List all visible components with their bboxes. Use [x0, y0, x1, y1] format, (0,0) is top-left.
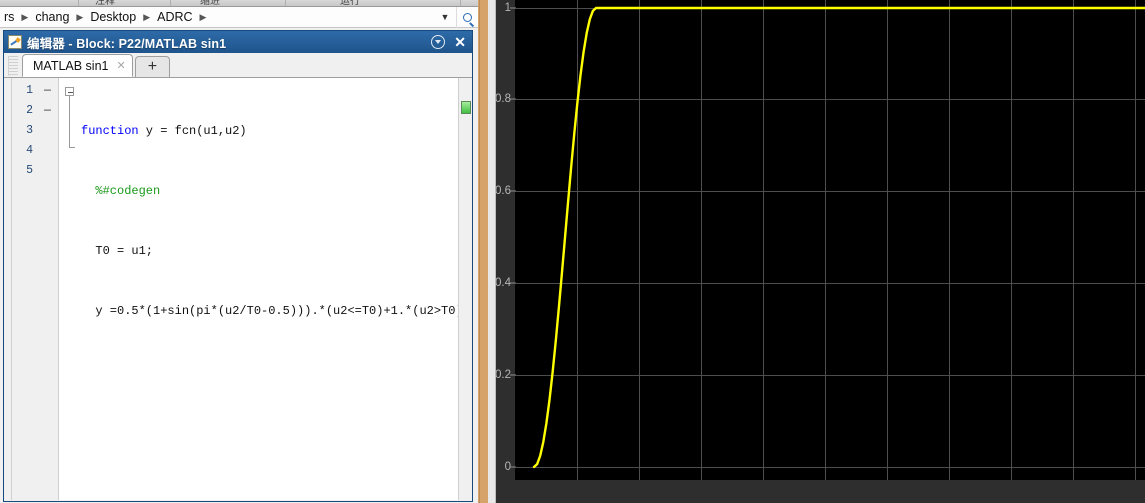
line-number: 4 [26, 144, 33, 157]
breadcrumb-item-rs[interactable]: rs [2, 10, 16, 24]
close-icon[interactable]: ✕ [452, 35, 468, 49]
code-editor-area[interactable]: 1 2 3 4 5 — — function y = fcn(u1,u2) %#… [4, 78, 472, 501]
editor-title-text: 编辑器 - Block: P22/MATLAB sin1 [27, 36, 227, 51]
document-tab-strip: MATLAB sin1 ✕ + [4, 53, 472, 78]
breadcrumb-arrow-icon: ▶ [76, 11, 84, 22]
line-number: 3 [26, 124, 33, 137]
breadcrumb-arrow-icon: ▶ [199, 11, 207, 22]
undock-arrow-icon[interactable] [431, 35, 446, 49]
line-mark[interactable]: — [37, 81, 58, 101]
editor-title-bar: 编辑器 - Block: P22/MATLAB sin1 ✕ [4, 31, 472, 53]
toolbar-ghost-item-0: 注释 [95, 0, 115, 7]
code-fold-gutter[interactable] [59, 78, 81, 501]
code-token-keyword: function [81, 124, 139, 138]
matlab-editor-icon [8, 35, 22, 49]
search-icon[interactable] [456, 6, 478, 28]
editor-left-gutter [4, 78, 12, 501]
line-number-gutter: 1 2 3 4 5 [12, 78, 37, 501]
matlab-editor-pane: 注释 缩进 运行 rs ▶ chang ▶ Desktop ▶ ADRC ▶ ▼ [0, 0, 478, 503]
toolbar-separator [170, 0, 171, 6]
code-token-plain: T0 = u1; [81, 244, 154, 258]
code-line-4: y =0.5*(1+sin(pi*(u2/T0-0.5))).*(u2<=T0)… [81, 301, 472, 321]
code-line-2: %#codegen [81, 181, 472, 201]
screenshot-root: 注释 缩进 运行 rs ▶ chang ▶ Desktop ▶ ADRC ▶ ▼ [0, 0, 1145, 503]
chevron-down-icon[interactable]: ▼ [434, 7, 456, 28]
toolbar-ghost-item-2: 运行 [340, 0, 360, 7]
cut-off-toolbar-strip: 注释 缩进 运行 [0, 0, 478, 7]
code-line-3: T0 = u1; [81, 241, 472, 261]
tab-label: MATLAB sin1 [33, 58, 109, 73]
undock-triangle [435, 40, 442, 44]
line-number: 2 [26, 104, 33, 117]
toolbar-separator [285, 0, 286, 6]
breadcrumb[interactable]: rs ▶ chang ▶ Desktop ▶ ADRC ▶ [0, 10, 434, 24]
plot-trace-svg [532, 6, 1145, 469]
address-bar[interactable]: rs ▶ chang ▶ Desktop ▶ ADRC ▶ ▼ [0, 6, 478, 28]
fold-range-line [69, 96, 75, 148]
code-analyzer-ok-indicator[interactable] [461, 101, 471, 114]
breakpoint-gutter[interactable]: — — [37, 78, 59, 501]
code-token-plain: y = fcn(u1,u2) [138, 124, 247, 138]
tab-matlab-sin1[interactable]: MATLAB sin1 ✕ [22, 54, 133, 77]
breadcrumb-item-desktop[interactable]: Desktop [88, 10, 138, 24]
breadcrumb-arrow-icon: ▶ [21, 11, 29, 22]
code-token-comment: %#codegen [81, 184, 161, 198]
editor-window: 编辑器 - Block: P22/MATLAB sin1 ✕ MATLAB si… [3, 30, 473, 502]
title-bar-buttons: ✕ [431, 31, 468, 53]
tab-grip-handle[interactable] [8, 56, 18, 76]
toolbar-ghost-item-1: 缩进 [200, 0, 220, 7]
code-analyzer-strip[interactable] [458, 78, 472, 501]
scope-plot-panel[interactable]: 1 0.8 0.6 0.4 0.2 0 [495, 0, 1145, 503]
edge-line [479, 0, 480, 503]
line-mark[interactable]: — [37, 101, 58, 121]
window-edge-orange-strip [478, 0, 488, 503]
series-y-trace [532, 6, 1145, 469]
line-number: 5 [26, 164, 33, 177]
magnifier-glyph [463, 12, 472, 22]
toolbar-separator [78, 0, 79, 6]
code-text[interactable]: function y = fcn(u1,u2) %#codegen T0 = u… [81, 78, 472, 501]
line-number: 1 [26, 84, 33, 97]
scope-left-margin [488, 0, 496, 503]
editor-bottom-edge [4, 500, 472, 501]
breadcrumb-item-chang[interactable]: chang [33, 10, 71, 24]
tab-close-icon[interactable]: ✕ [117, 59, 126, 72]
code-token-plain: y =0.5*(1+sin(pi*(u2/T0-0.5))).*(u2<=T0)… [81, 304, 470, 318]
breadcrumb-item-adrc[interactable]: ADRC [155, 10, 194, 24]
code-line-1: function y = fcn(u1,u2) [81, 121, 472, 141]
breadcrumb-arrow-icon: ▶ [143, 11, 151, 22]
fold-collapse-icon[interactable] [65, 87, 74, 96]
add-tab-button[interactable]: + [134, 56, 171, 77]
